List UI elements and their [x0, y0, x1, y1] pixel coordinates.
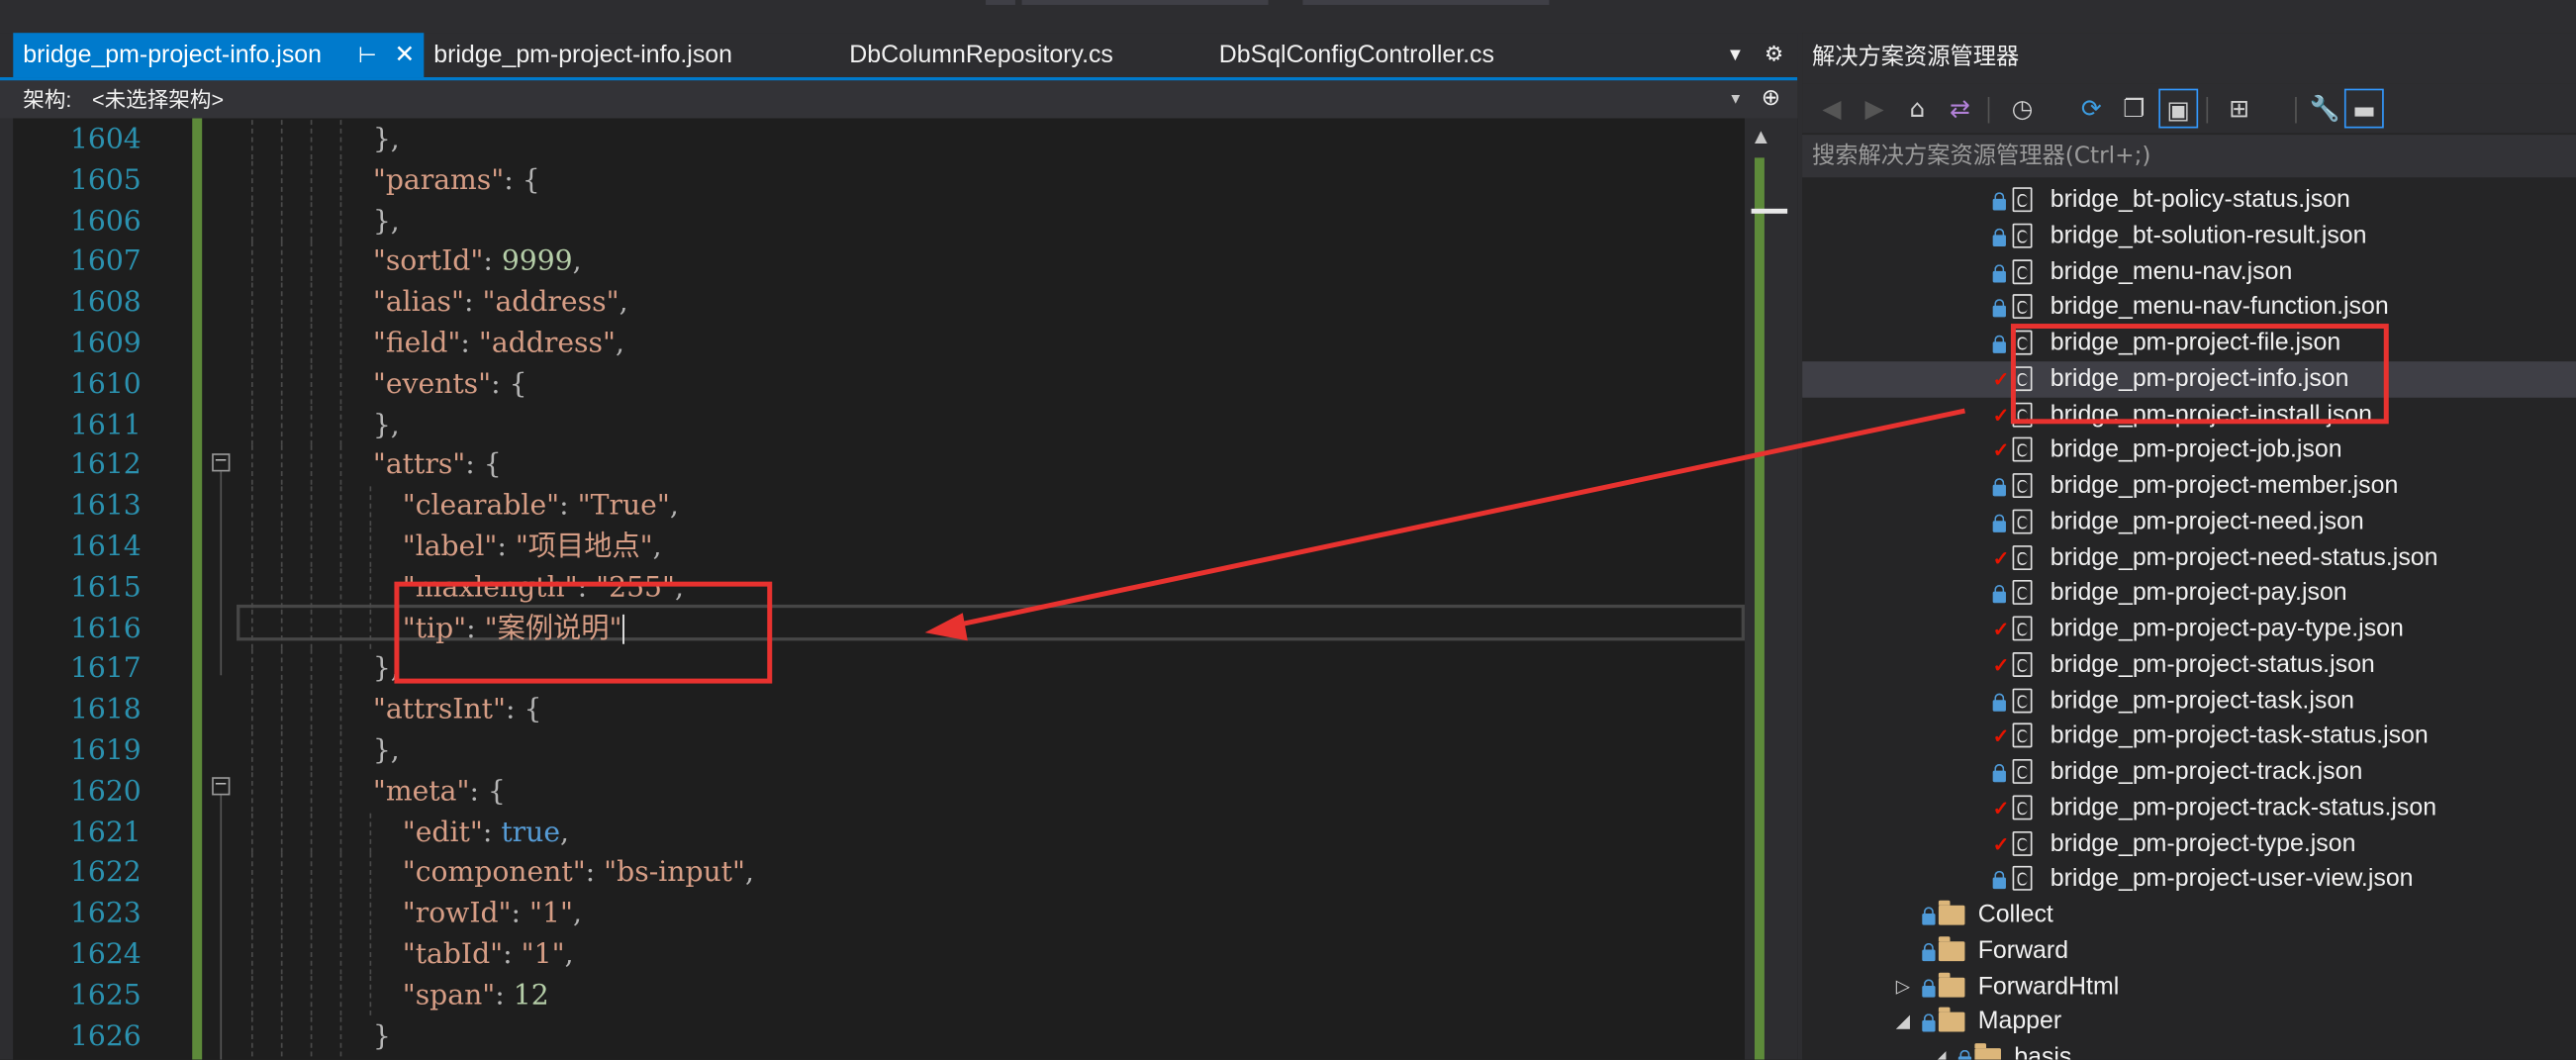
annotation-arrow-head	[924, 613, 968, 641]
annotation-arrow	[924, 408, 1965, 641]
visual-studio-window: bridge_pm-project-info.json ⊢ ✕ bridge_p…	[0, 0, 2576, 1060]
annotation-arrow-line	[952, 408, 1965, 628]
